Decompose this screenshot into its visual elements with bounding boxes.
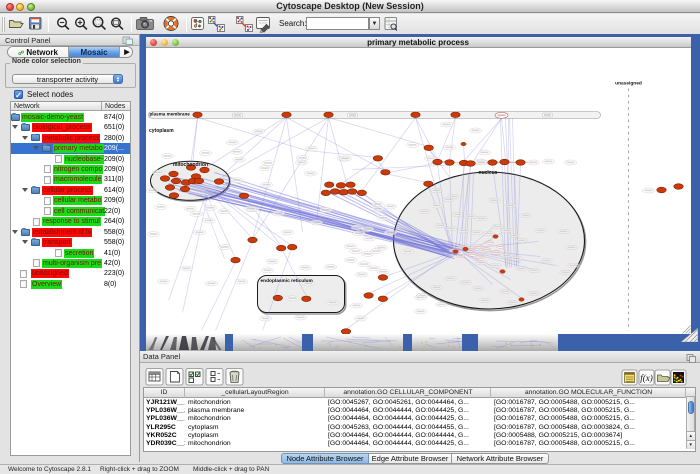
svg-text:plasma membrane: plasma membrane [149, 111, 190, 116]
svg-text:unassigned: unassigned [615, 80, 642, 86]
svg-text:mitochondrion: mitochondrion [173, 162, 208, 168]
svg-text:nucleus: nucleus [478, 170, 497, 176]
svg-text:cytoplasm: cytoplasm [149, 128, 174, 134]
svg-text:endoplasmic reticulum: endoplasmic reticulum [260, 278, 312, 284]
svg-text:f(x): f(x) [640, 373, 653, 383]
